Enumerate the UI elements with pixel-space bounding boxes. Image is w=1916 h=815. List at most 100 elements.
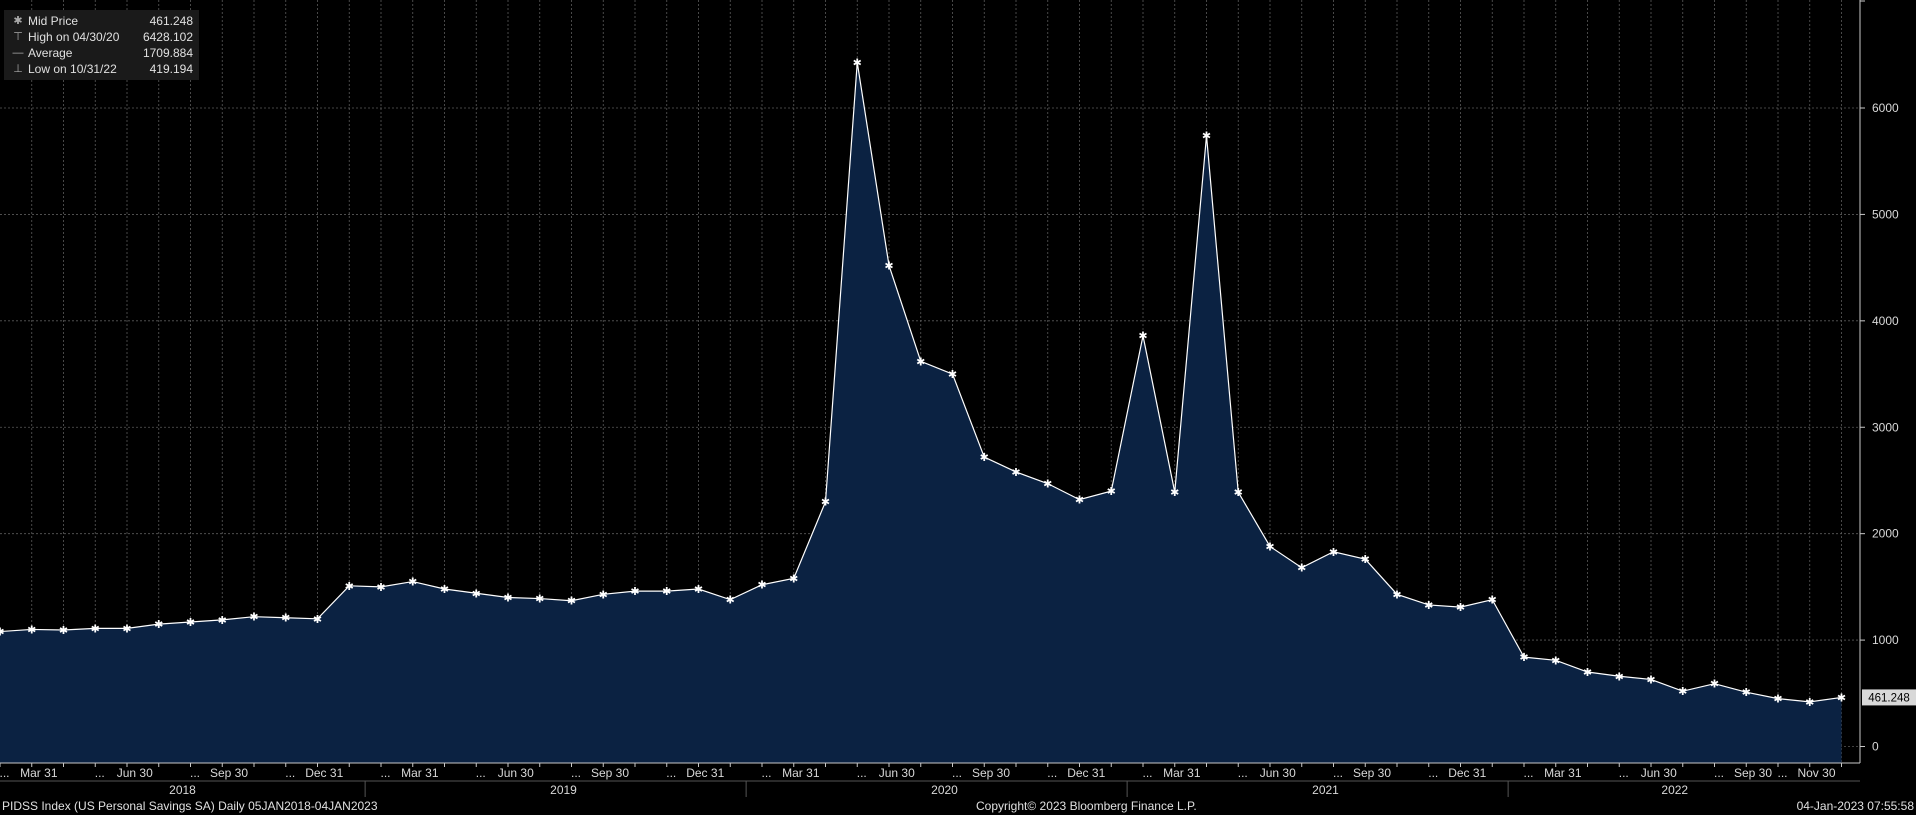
data-point-marker: ✱ xyxy=(1710,678,1719,691)
data-point-marker: ✱ xyxy=(630,585,639,598)
y-tick-label: 2000 xyxy=(1872,527,1899,541)
legend-value: 419.194 xyxy=(149,62,193,76)
data-point-marker: ✱ xyxy=(535,593,544,606)
x-tick-ellipsis: ... xyxy=(1047,766,1057,780)
data-point-marker: ✱ xyxy=(1265,540,1274,553)
x-tick-label: Sep 30 xyxy=(972,766,1010,780)
data-point-marker: ✱ xyxy=(694,583,703,596)
data-point-marker: ✱ xyxy=(1583,666,1592,679)
x-tick-ellipsis: ... xyxy=(857,766,867,780)
data-point-marker: ✱ xyxy=(91,622,100,635)
x-tick-label: Mar 31 xyxy=(782,766,820,780)
data-point-marker: ✱ xyxy=(567,595,576,608)
x-tick-label: Mar 31 xyxy=(401,766,439,780)
x-tick-label: Jun 30 xyxy=(498,766,534,780)
data-point-marker: ✱ xyxy=(1297,562,1306,575)
price-chart: ✱ ✱ ✱ ✱ ✱ ✱ ✱ ✱ ✱ ✱ ✱ ✱ ✱ ✱ ✱ ✱ ✱ ✱ ✱ ✱ ✱ ✱ ✱ ✱ ✱ ✱ ✱ ✱ ✱ ✱ ✱ ✱ ✱ ✱ ✱ ✱ ✱ ✱ ✱ ✱… xyxy=(0,0,1916,797)
data-point-marker: ✱ xyxy=(1805,696,1814,709)
legend-value: 6428.102 xyxy=(142,30,193,44)
year-label: 2021 xyxy=(1312,783,1339,797)
x-tick-ellipsis: ... xyxy=(1619,766,1629,780)
legend-label: Low on 10/31/22 xyxy=(28,62,117,76)
data-point-marker: ✱ xyxy=(1837,691,1846,704)
data-point-marker: ✱ xyxy=(662,585,671,598)
data-point-marker: ✱ xyxy=(1615,670,1624,683)
data-point-marker: ✱ xyxy=(27,623,36,636)
x-tick-ellipsis: ... xyxy=(380,766,390,780)
year-label: 2020 xyxy=(931,783,958,797)
data-point-marker: ✱ xyxy=(1138,330,1147,343)
year-label: 2022 xyxy=(1661,783,1688,797)
data-point-marker: ✱ xyxy=(281,612,290,625)
data-point-marker: ✱ xyxy=(1202,130,1211,143)
footer-ticker-info: PIDSS Index (US Personal Savings SA) Dai… xyxy=(2,799,378,813)
legend-value: 1709.884 xyxy=(142,46,193,60)
y-tick-label: 0 xyxy=(1872,740,1879,754)
x-tick-ellipsis: ... xyxy=(0,766,10,780)
data-point-marker: ✱ xyxy=(1678,685,1687,698)
data-point-marker: ✱ xyxy=(1773,693,1782,706)
x-tick-label: Jun 30 xyxy=(1260,766,1296,780)
legend-label: Average xyxy=(28,46,73,60)
data-point-marker: ✱ xyxy=(1392,588,1401,601)
x-tick-ellipsis: ... xyxy=(666,766,676,780)
last-value-label: 461.248 xyxy=(1868,692,1910,704)
x-tick-ellipsis: ... xyxy=(1777,766,1787,780)
x-tick-label: Sep 30 xyxy=(591,766,629,780)
x-tick-ellipsis: ... xyxy=(285,766,295,780)
x-tick-label: Dec 31 xyxy=(305,766,343,780)
x-tick-label: Mar 31 xyxy=(20,766,58,780)
data-point-marker: ✱ xyxy=(1011,466,1020,479)
x-tick-label: Sep 30 xyxy=(1734,766,1772,780)
x-tick-label: Nov 30 xyxy=(1797,766,1835,780)
x-tick-ellipsis: ... xyxy=(761,766,771,780)
x-tick-label: Dec 31 xyxy=(1448,766,1486,780)
y-tick-label: 5000 xyxy=(1872,207,1899,221)
year-label: 2019 xyxy=(550,783,577,797)
y-tick-label: 1000 xyxy=(1872,633,1899,647)
data-point-marker: ✱ xyxy=(440,583,449,596)
x-tick-label: Mar 31 xyxy=(1544,766,1582,780)
data-point-marker: ✱ xyxy=(408,576,417,589)
x-tick-label: Jun 30 xyxy=(117,766,153,780)
data-point-marker: ✱ xyxy=(980,451,989,464)
data-point-marker: ✱ xyxy=(154,618,163,631)
data-point-marker: ✱ xyxy=(1170,486,1179,499)
data-point-marker: ✱ xyxy=(472,587,481,600)
data-point-marker: ✱ xyxy=(1519,651,1528,664)
y-tick-label: 3000 xyxy=(1872,420,1899,434)
x-tick-label: Jun 30 xyxy=(879,766,915,780)
x-tick-ellipsis: ... xyxy=(1238,766,1248,780)
data-point-marker: ✱ xyxy=(503,592,512,605)
legend-label: Mid Price xyxy=(28,14,79,28)
data-point-marker: ✱ xyxy=(1075,494,1084,507)
y-tick-label: 6000 xyxy=(1872,101,1899,115)
x-tick-ellipsis: ... xyxy=(1523,766,1533,780)
x-tick-label: Sep 30 xyxy=(210,766,248,780)
x-tick-ellipsis: ... xyxy=(952,766,962,780)
data-point-marker: ✱ xyxy=(1551,654,1560,667)
x-tick-ellipsis: ... xyxy=(95,766,105,780)
x-tick-label: Dec 31 xyxy=(686,766,724,780)
data-point-marker: ✱ xyxy=(884,259,893,272)
x-tick-ellipsis: ... xyxy=(1142,766,1152,780)
data-point-marker: ✱ xyxy=(1043,478,1052,491)
high-marker-icon: ⊤ xyxy=(13,31,23,43)
data-point-marker: ✱ xyxy=(1646,673,1655,686)
x-tick-label: Dec 31 xyxy=(1067,766,1105,780)
legend-box: ✱ Mid Price 461.248 ⊤ High on 04/30/20 6… xyxy=(4,10,199,80)
data-point-marker: ✱ xyxy=(122,622,131,635)
data-point-marker: ✱ xyxy=(249,611,258,624)
y-tick-label: 4000 xyxy=(1872,314,1899,328)
data-point-marker: ✱ xyxy=(376,581,385,594)
data-point-marker: ✱ xyxy=(313,613,322,626)
x-tick-ellipsis: ... xyxy=(1714,766,1724,780)
footer-copyright: Copyright© 2023 Bloomberg Finance L.P. xyxy=(976,799,1197,813)
x-tick-ellipsis: ... xyxy=(476,766,486,780)
data-point-marker: ✱ xyxy=(1742,686,1751,699)
x-tick-ellipsis: ... xyxy=(190,766,200,780)
data-point-marker: ✱ xyxy=(726,594,735,607)
data-point-marker: ✱ xyxy=(599,588,608,601)
data-point-marker: ✱ xyxy=(1456,601,1465,614)
area-fill xyxy=(0,62,1842,764)
